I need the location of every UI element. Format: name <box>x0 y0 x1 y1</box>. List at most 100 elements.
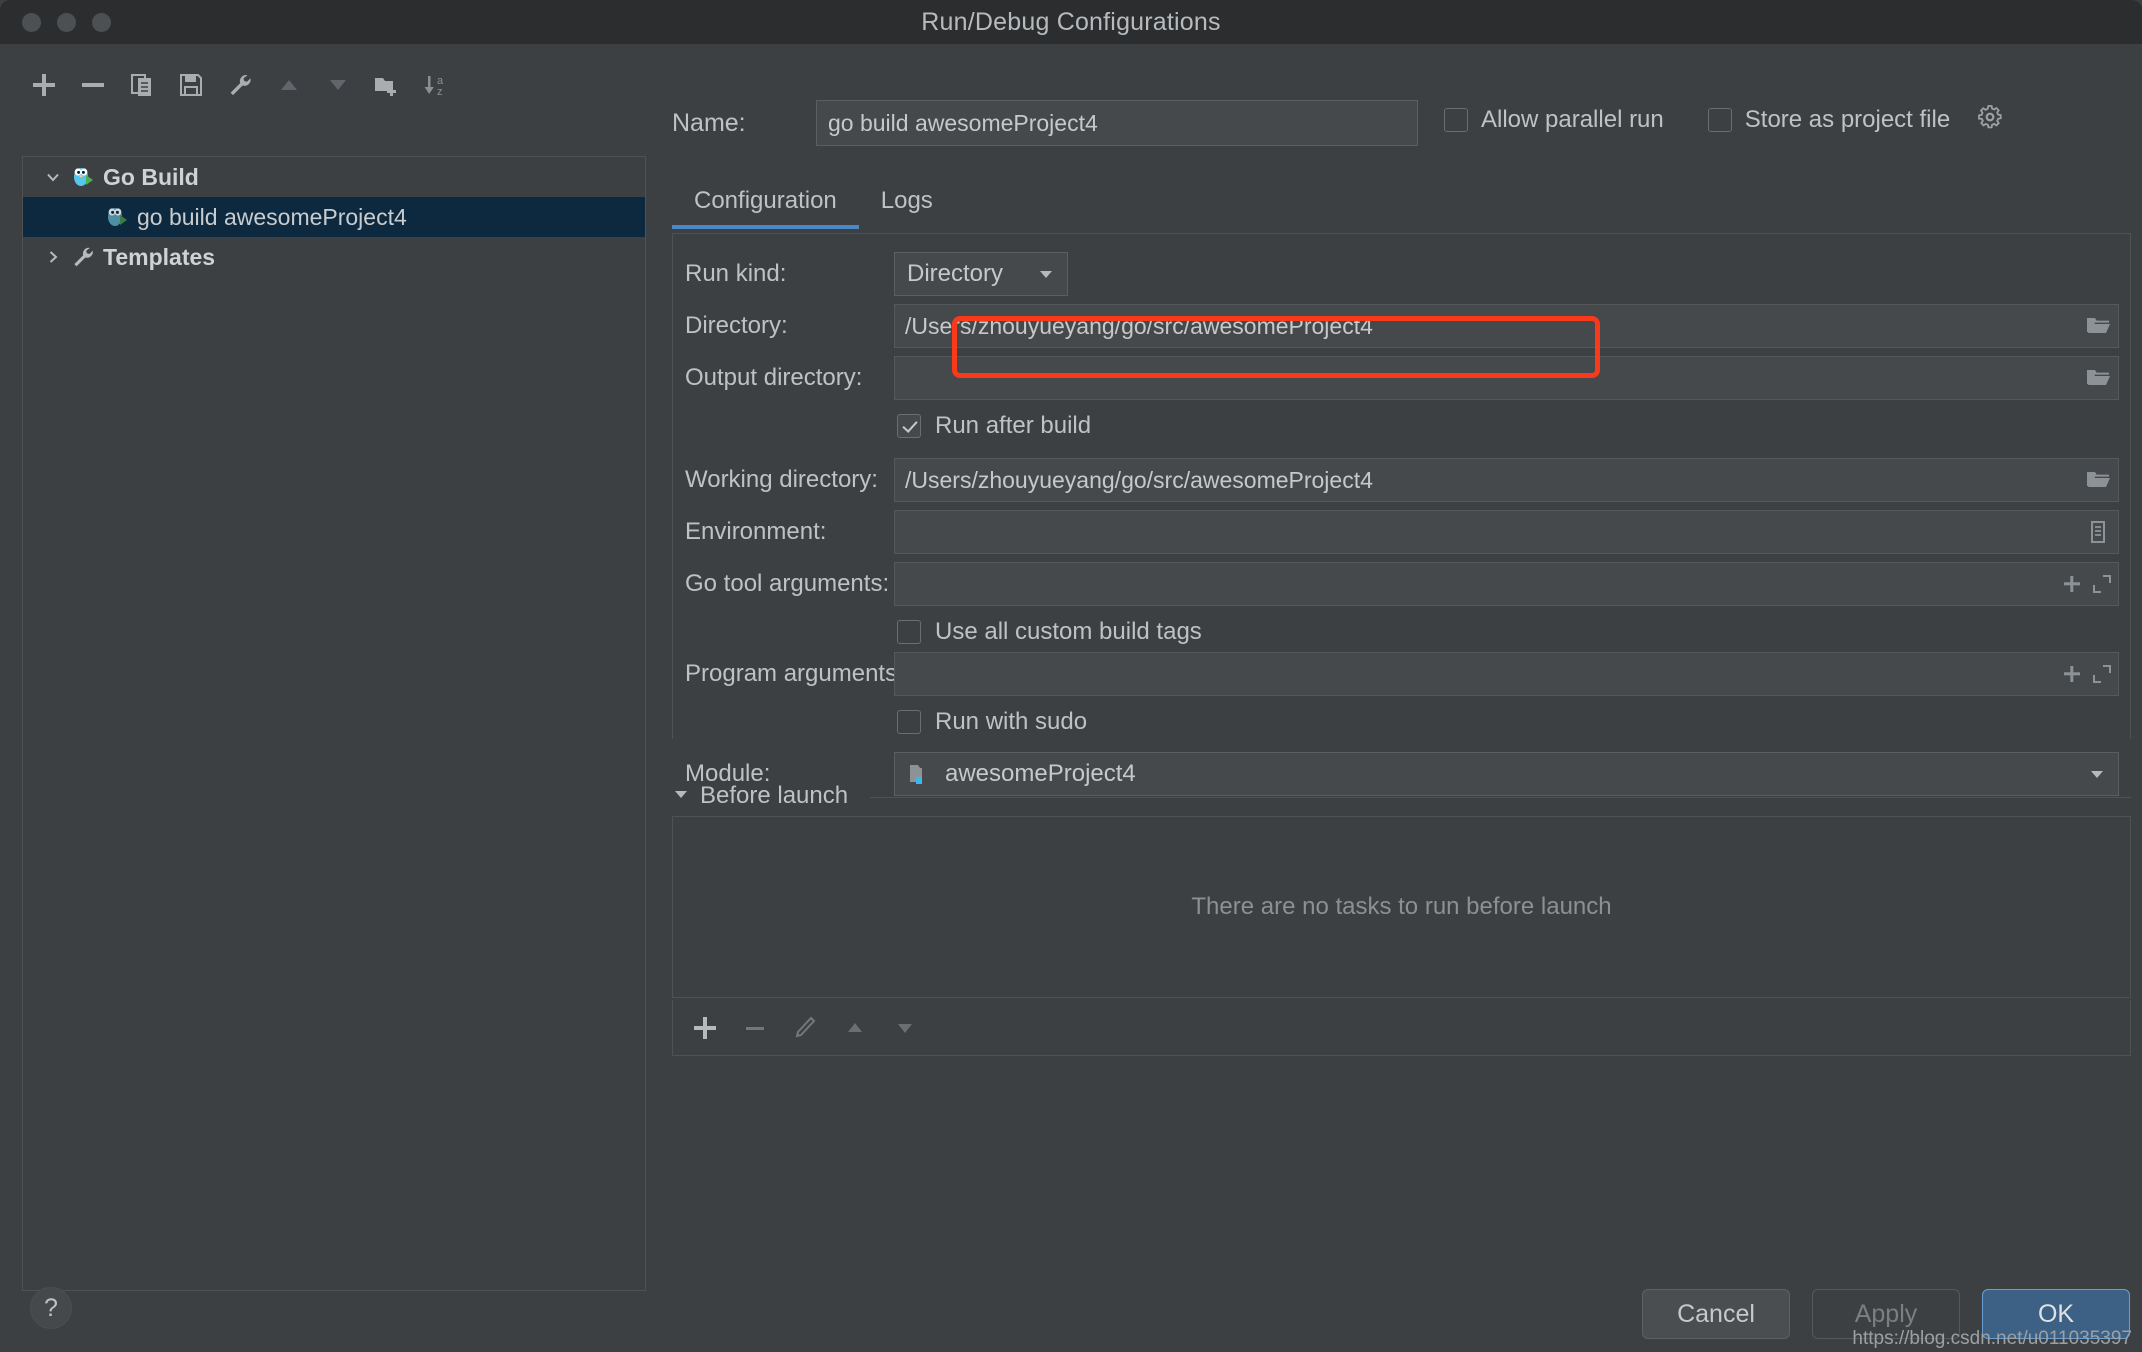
folder-open-icon[interactable] <box>2078 305 2118 347</box>
output-directory-label: Output directory: <box>685 364 863 391</box>
run-after-build-label: Run after build <box>935 412 1092 439</box>
run-with-sudo-checkbox[interactable]: Run with sudo <box>897 708 1087 736</box>
section-divider <box>870 796 2131 798</box>
directory-row: Directory: /Users/zhouyueyang/go/src/awe… <box>673 304 2130 348</box>
run-kind-label: Run kind: <box>685 260 787 287</box>
working-directory-row: Working directory: /Users/zhouyueyang/go… <box>673 458 2130 502</box>
environment-label: Environment: <box>685 518 827 545</box>
folder-open-icon[interactable] <box>2078 459 2118 501</box>
move-task-down-button[interactable] <box>881 1006 929 1050</box>
dialog-body: a z Go Build go build awesomeProject4 Te… <box>0 44 2142 1352</box>
directory-input[interactable]: /Users/zhouyueyang/go/src/awesomeProject… <box>894 304 2119 348</box>
before-launch-task-list[interactable]: There are no tasks to run before launch <box>672 816 2131 998</box>
working-directory-input[interactable]: /Users/zhouyueyang/go/src/awesomeProject… <box>894 458 2119 502</box>
go-tool-arguments-input[interactable] <box>894 562 2119 606</box>
environment-row: Environment: <box>673 510 2130 554</box>
run-kind-row: Run kind: Directory <box>673 252 2130 296</box>
tree-item-label: Templates <box>103 243 216 270</box>
top-options: Allow parallel run Store as project file <box>1444 104 2003 135</box>
output-directory-row: Output directory: <box>673 356 2130 400</box>
chevron-down-icon <box>1037 260 1055 288</box>
save-configuration-button[interactable] <box>167 63 216 107</box>
go-tool-arguments-label: Go tool arguments: <box>685 570 890 597</box>
working-directory-label: Working directory: <box>685 466 878 493</box>
before-launch-title: Before launch <box>700 782 849 809</box>
tree-item-templates[interactable]: Templates <box>23 237 645 277</box>
field-adornments <box>2052 653 2112 695</box>
expand-icon[interactable] <box>2082 563 2122 605</box>
wrench-icon <box>67 242 99 272</box>
before-launch-empty-message: There are no tasks to run before launch <box>1191 893 1612 920</box>
window-titlebar: Run/Debug Configurations <box>0 0 2142 45</box>
tab-logs[interactable]: Logs <box>859 184 955 229</box>
copy-configuration-button[interactable] <box>118 63 167 107</box>
move-task-up-button[interactable] <box>831 1006 879 1050</box>
run-after-build-checkbox[interactable]: Run after build <box>897 412 1091 440</box>
checkbox-box <box>897 620 921 644</box>
use-all-custom-build-tags-label: Use all custom build tags <box>935 618 1202 645</box>
program-arguments-label: Program arguments: <box>685 660 904 687</box>
program-arguments-row: Program arguments: <box>673 652 2130 696</box>
name-label: Name: <box>672 108 746 137</box>
remove-task-button[interactable] <box>731 1006 779 1050</box>
triangle-down-icon[interactable] <box>672 787 690 806</box>
edit-templates-button[interactable] <box>216 63 265 107</box>
editor-tabs: Configuration Logs <box>672 184 2127 234</box>
allow-parallel-run-checkbox[interactable]: Allow parallel run <box>1444 106 1664 134</box>
environment-list-icon[interactable] <box>2078 511 2118 553</box>
add-task-button[interactable] <box>681 1006 729 1050</box>
close-button[interactable] <box>22 13 41 32</box>
svg-text:z: z <box>437 86 443 98</box>
tree-item-go-build-awesomeproject4[interactable]: go build awesomeProject4 <box>23 197 645 237</box>
checkbox-box <box>897 414 921 438</box>
allow-parallel-run-label: Allow parallel run <box>1481 105 1664 133</box>
new-folder-button[interactable] <box>362 63 411 107</box>
before-launch-header[interactable]: Before launch <box>672 782 2131 810</box>
sort-configurations-button[interactable]: a z <box>411 63 460 107</box>
directory-value: /Users/zhouyueyang/go/src/awesomeProject… <box>905 312 1373 339</box>
tab-configuration[interactable]: Configuration <box>672 184 859 229</box>
go-gopher-icon <box>101 202 133 232</box>
go-tool-arguments-row: Go tool arguments: <box>673 562 2130 606</box>
window-title: Run/Debug Configurations <box>921 7 1221 36</box>
minimize-button[interactable] <box>57 13 76 32</box>
chevron-right-icon[interactable] <box>39 248 67 266</box>
checkbox-box <box>897 710 921 734</box>
store-as-project-file-checkbox[interactable]: Store as project file <box>1707 104 2003 135</box>
move-up-button[interactable] <box>264 63 313 107</box>
output-directory-input[interactable] <box>894 356 2119 400</box>
before-launch-toolbar <box>672 1000 2131 1056</box>
cancel-button[interactable]: Cancel <box>1642 1289 1790 1339</box>
tree-item-label: go build awesomeProject4 <box>137 203 407 230</box>
go-gopher-icon <box>67 162 99 192</box>
directory-label: Directory: <box>685 312 788 339</box>
traffic-light-group <box>22 13 111 32</box>
environment-input[interactable] <box>894 510 2119 554</box>
move-down-button[interactable] <box>313 63 362 107</box>
tree-item-go-build[interactable]: Go Build <box>23 157 645 197</box>
name-input[interactable] <box>816 100 1418 146</box>
configuration-editor-panel: Name: Allow parallel run Store as projec… <box>660 44 2142 1352</box>
add-configuration-button[interactable] <box>20 63 69 107</box>
expand-icon[interactable] <box>2082 653 2122 695</box>
store-as-project-file-label: Store as project file <box>1744 105 1951 133</box>
watermark: https://blog.csdn.net/u011035397 <box>1852 1328 2132 1349</box>
run-kind-value: Directory <box>907 260 1004 287</box>
gear-icon[interactable] <box>1977 104 2003 135</box>
run-kind-dropdown[interactable]: Directory <box>894 252 1068 296</box>
edit-task-button[interactable] <box>781 1006 829 1050</box>
tree-item-label: Go Build <box>103 163 199 190</box>
program-arguments-input[interactable] <box>894 652 2119 696</box>
chevron-down-icon[interactable] <box>39 168 67 186</box>
maximize-button[interactable] <box>92 13 111 32</box>
checkbox-box <box>1707 107 1732 132</box>
help-button[interactable]: ? <box>30 1287 72 1329</box>
working-directory-value: /Users/zhouyueyang/go/src/awesomeProject… <box>905 466 1373 493</box>
use-all-custom-build-tags-checkbox[interactable]: Use all custom build tags <box>897 618 1202 646</box>
configuration-form: Run kind: Directory Directory: /Users/zh… <box>672 234 2131 796</box>
run-with-sudo-label: Run with sudo <box>935 708 1088 735</box>
configurations-toolbar: a z <box>20 60 460 110</box>
remove-configuration-button[interactable] <box>69 63 118 107</box>
folder-open-icon[interactable] <box>2078 357 2118 399</box>
configurations-tree[interactable]: Go Build go build awesomeProject4 Templa… <box>22 156 646 1291</box>
